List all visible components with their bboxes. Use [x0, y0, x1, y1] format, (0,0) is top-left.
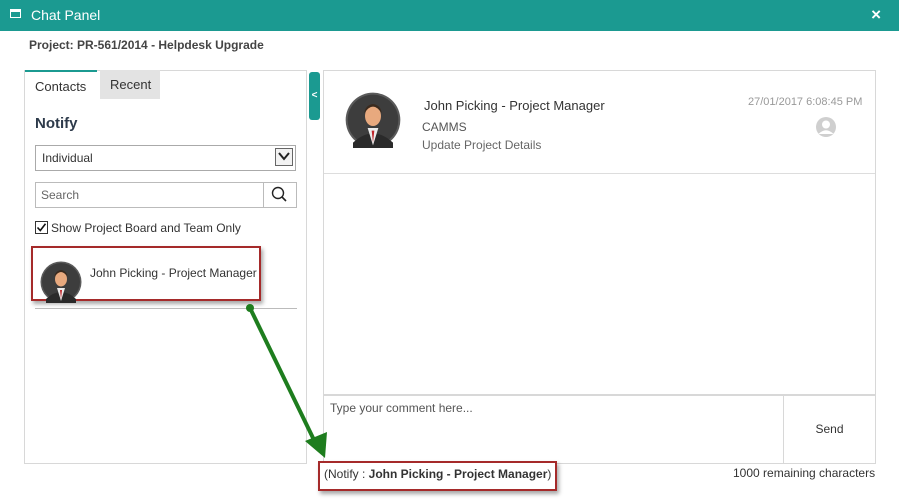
message-timestamp: 27/01/2017 6:08:45 PM — [748, 96, 863, 108]
message-org: CAMMS — [422, 120, 467, 134]
notify-summary-name: John Picking - Project Manager — [368, 467, 548, 481]
avatar-icon — [40, 261, 82, 303]
remaining-characters: 1000 remaining characters — [733, 466, 876, 480]
user-placeholder-icon[interactable] — [815, 116, 837, 143]
tab-contacts[interactable]: Contacts — [25, 70, 97, 100]
comment-field — [323, 395, 784, 464]
search-icon — [271, 186, 287, 202]
notify-type-value: Individual — [42, 151, 93, 165]
tab-recent[interactable]: Recent — [100, 70, 160, 99]
comment-input[interactable] — [324, 396, 783, 463]
send-button[interactable]: Send — [783, 395, 876, 464]
notify-heading: Notify — [35, 115, 78, 132]
checkbox-icon[interactable] — [35, 221, 48, 234]
title-bar: Chat Panel × — [0, 0, 899, 31]
project-title: Project: PR-561/2014 - Helpdesk Upgrade — [29, 38, 264, 52]
chevron-down-icon[interactable] — [275, 148, 293, 166]
contact-name: John Picking - Project Manager — [90, 266, 257, 280]
notify-summary: (Notify : John Picking - Project Manager… — [318, 461, 557, 491]
message-text: Update Project Details — [422, 138, 542, 152]
search-input[interactable] — [36, 183, 274, 207]
show-board-label: Show Project Board and Team Only — [51, 221, 241, 235]
chat-message-panel — [323, 70, 876, 395]
notify-summary-prefix: (Notify : — [324, 467, 369, 481]
contact-list-divider — [35, 308, 297, 309]
close-icon[interactable]: × — [871, 5, 881, 25]
show-board-filter[interactable]: Show Project Board and Team Only — [35, 221, 241, 235]
window-title: Chat Panel — [31, 7, 101, 23]
window-icon — [10, 9, 21, 18]
notify-summary-suffix: ) — [547, 467, 552, 481]
message-divider — [324, 173, 875, 174]
message-author: John Picking - Project Manager — [424, 98, 605, 113]
search-field — [35, 182, 297, 208]
search-button[interactable] — [263, 183, 296, 207]
notify-type-select[interactable]: Individual — [35, 145, 296, 171]
avatar-icon — [345, 92, 401, 148]
contact-item[interactable]: John Picking - Project Manager — [31, 246, 261, 303]
collapse-panel-button[interactable]: < — [309, 72, 320, 120]
